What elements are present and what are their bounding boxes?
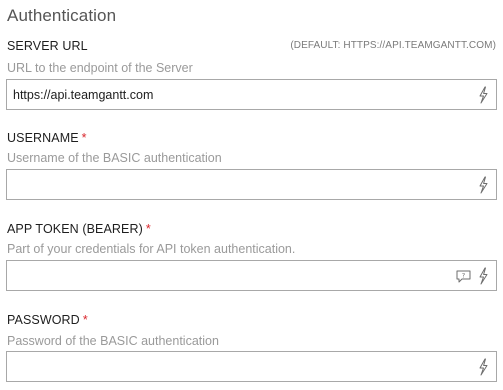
lightning-icon[interactable] — [477, 267, 489, 285]
password-input[interactable] — [6, 351, 497, 382]
svg-text:?: ? — [462, 272, 465, 280]
app-token-description: Part of your credentials for API token a… — [7, 242, 296, 256]
required-marker: * — [82, 313, 88, 327]
username-label-text: USERNAME — [7, 131, 79, 145]
server-url-label-text: SERVER URL — [7, 39, 88, 53]
password-label-text: PASSWORD — [7, 313, 80, 327]
lightning-icon[interactable] — [477, 176, 489, 194]
app-token-label: APP TOKEN (BEARER) * — [7, 222, 151, 236]
required-marker: * — [81, 131, 87, 145]
password-description: Password of the BASIC authentication — [7, 334, 219, 348]
server-url-default-hint: (DEFAULT: HTTPS://API.TEAMGANTT.COM) — [290, 40, 496, 51]
server-url-value: https://api.teamgantt.com — [13, 88, 154, 102]
lightning-icon[interactable] — [477, 358, 489, 376]
required-marker: * — [145, 222, 151, 236]
username-label: USERNAME * — [7, 131, 87, 145]
app-token-input[interactable]: ? — [6, 260, 497, 291]
section-title: Authentication — [7, 6, 117, 25]
server-url-input[interactable]: https://api.teamgantt.com — [6, 79, 497, 110]
authentication-panel: Authentication SERVER URL (DEFAULT: HTTP… — [0, 0, 503, 390]
server-url-label: SERVER URL — [7, 39, 88, 53]
lightning-icon[interactable] — [477, 86, 489, 104]
password-label: PASSWORD * — [7, 313, 88, 327]
username-input[interactable] — [6, 169, 497, 200]
app-token-label-text: APP TOKEN (BEARER) — [7, 222, 143, 236]
server-url-description: URL to the endpoint of the Server — [7, 61, 193, 75]
help-icon[interactable]: ? — [456, 270, 471, 283]
username-description: Username of the BASIC authentication — [7, 151, 222, 165]
